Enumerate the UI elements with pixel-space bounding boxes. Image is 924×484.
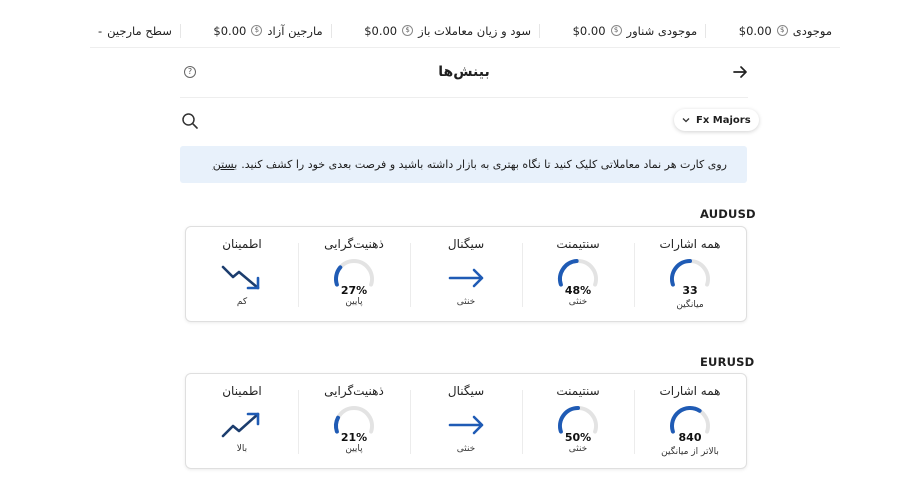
arrow-right-icon: [448, 268, 484, 288]
cell-status: پایین: [345, 444, 363, 454]
gauge-value: 27%: [340, 284, 368, 297]
cell-title: اطمینان: [222, 237, 262, 251]
help-icon[interactable]: ?: [184, 66, 196, 78]
insight-cell: ذهنیت‌گرایی 21% پایین: [298, 374, 411, 468]
stat-value: $0.00: [364, 23, 398, 38]
cell-status: بالاتر از میانگین: [661, 447, 719, 457]
stat-label: سطح مارجین: [107, 23, 172, 38]
stat-label: سود و زیان معاملات باز: [418, 23, 532, 38]
stat-label: موجودی: [792, 23, 832, 38]
market-filter-dropdown[interactable]: Fx Majors: [674, 109, 759, 131]
info-banner: روی کارت هر نماد معاملاتی کلیک کنید تا ن…: [180, 146, 747, 183]
trend-down-icon: [221, 265, 260, 290]
currency-icon: $: [610, 25, 622, 36]
gauge-value: 48%: [564, 284, 592, 297]
cell-title: اطمینان: [222, 384, 262, 398]
banner-text: روی کارت هر نماد معاملاتی کلیک کنید تا ن…: [241, 158, 727, 171]
stat-label: مارجین آزاد: [267, 23, 323, 38]
cell-title: سنتیمنت: [556, 237, 600, 251]
cell-title: سنتیمنت: [556, 384, 600, 398]
cell-status: خنثی: [456, 297, 476, 307]
gauge-value: 840: [678, 431, 702, 444]
insight-cell: همه اشارات 33 میانگین: [634, 227, 746, 321]
insight-cell: سنتیمنت 48% خنثی: [522, 227, 635, 321]
trend-up-icon: [221, 412, 260, 438]
insight-cell: سیگنال خنثی: [410, 374, 523, 468]
stat-value: $0.00: [572, 23, 606, 38]
filter-label: Fx Majors: [696, 114, 751, 126]
insight-cell: سنتیمنت 50% خنثی: [522, 374, 635, 468]
cell-status: خنثی: [568, 444, 588, 454]
cell-status: پایین: [345, 297, 363, 307]
insight-card[interactable]: همه اشارات 840 بالاتر از میانگین سنتیمنت 50%…: [185, 373, 747, 469]
page-header: بینش‌ها ?: [180, 56, 748, 98]
banner-close-link[interactable]: بستن: [213, 158, 238, 171]
cell-title: ذهنیت‌گرایی: [324, 237, 384, 251]
insight-cell: اطمینان بالا: [186, 374, 299, 468]
stat-label: موجودی شناور: [626, 23, 698, 38]
arrow-right-icon: [448, 415, 484, 435]
symbol-title: EURUSD: [700, 355, 755, 369]
stat-balance: موجودی $ $0.00: [731, 24, 840, 38]
insight-cell: همه اشارات 840 بالاتر از میانگین: [634, 374, 746, 468]
gauge-value: 21%: [340, 431, 368, 444]
cell-status: خنثی: [456, 444, 476, 454]
symbol-title: AUDUSD: [700, 207, 756, 221]
currency-icon: $: [776, 25, 788, 36]
insight-card[interactable]: همه اشارات 33 میانگین سنتیمنت 48% خنثی سیگنال خ…: [185, 226, 747, 322]
account-stats-bar: موجودی $ $0.00 موجودی شناور $ $0.00 سود …: [90, 14, 840, 48]
cell-status: میانگین: [676, 300, 704, 310]
insight-cell: سیگنال خنثی: [410, 227, 523, 321]
currency-icon: $: [402, 25, 414, 36]
cell-title: ذهنیت‌گرایی: [324, 384, 384, 398]
insight-cell: ذهنیت‌گرایی 27% پایین: [298, 227, 411, 321]
page-title: بینش‌ها: [438, 64, 490, 80]
cell-title: همه اشارات: [659, 384, 721, 398]
stat-free-margin: مارجین آزاد $ $0.00: [205, 23, 332, 38]
cell-status: خنثی: [568, 297, 588, 307]
stat-value: $0.00: [213, 23, 247, 38]
stat-margin-level: سطح مارجین -: [90, 23, 181, 38]
cell-status: کم: [236, 297, 248, 307]
search-icon[interactable]: [181, 112, 199, 130]
stat-value: -: [98, 23, 103, 38]
gauge-value: 50%: [564, 431, 592, 444]
currency-icon: $: [251, 25, 263, 36]
insight-cell: اطمینان کم: [186, 227, 299, 321]
stat-open-pnl: سود و زیان معاملات باز $ $0.00: [356, 23, 541, 38]
gauge-value: 33: [682, 284, 698, 297]
cell-title: همه اشارات: [659, 237, 721, 251]
cell-title: سیگنال: [447, 237, 485, 251]
stat-value: $0.00: [738, 23, 772, 38]
cell-status: بالا: [236, 444, 248, 454]
chevron-down-icon: [682, 118, 690, 123]
stat-equity: موجودی شناور $ $0.00: [565, 23, 707, 38]
cell-title: سیگنال: [447, 384, 485, 398]
